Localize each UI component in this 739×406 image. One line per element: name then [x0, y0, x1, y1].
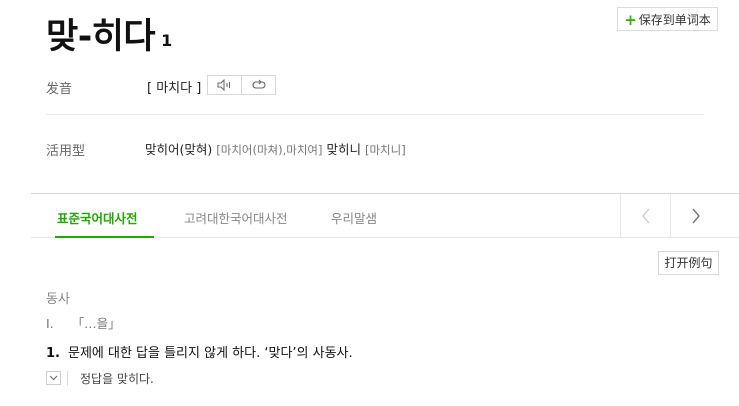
tab-urimalsaem[interactable]: 우리말샘	[331, 208, 377, 227]
headword-text: 맞-히다	[46, 17, 156, 57]
entry-headword: 맞-히다 1	[46, 14, 172, 60]
sense-pattern: 「…을」	[71, 316, 121, 331]
play-audio-button[interactable]	[208, 76, 241, 94]
pronunciation-controls	[207, 75, 276, 95]
conj-word-2: 맞히니	[326, 142, 361, 157]
speaker-icon	[217, 79, 230, 91]
pronunciation-label: 发音	[46, 82, 73, 97]
save-label: 保存到单词本	[638, 13, 711, 27]
chevron-right-icon	[691, 208, 700, 223]
definition-number: 1.	[46, 346, 60, 361]
sense-group: I. 「…을」	[46, 313, 121, 332]
tab-korea-univ-dictionary[interactable]: 고려대한국어대사전	[184, 208, 288, 227]
example-divider	[67, 371, 68, 386]
homograph-number: 1	[161, 31, 172, 50]
open-examples-button[interactable]: 打开例句	[658, 251, 719, 275]
conjugation-label: 活用型	[46, 144, 86, 159]
conjugation-forms: 맞히어(맞혀) [마치어(마쳐),마치여] 맞히니 [마치니]	[145, 139, 406, 158]
conj-word-1: 맞히어(맞혀)	[145, 142, 213, 157]
active-tab-indicator	[55, 236, 154, 238]
example-sentence: 정답을 맞히다.	[80, 372, 154, 386]
save-to-wordbook-button[interactable]: + 保存到单词本	[617, 7, 718, 31]
repeat-audio-button[interactable]	[241, 76, 275, 94]
tab-standard-dictionary[interactable]: 표준국어대사전	[57, 208, 138, 227]
repeat-icon	[252, 79, 265, 89]
definition-text: 문제에 대한 답을 틀리지 않게 하다. ‘맞다’의 사동사.	[67, 346, 353, 361]
example-toggle-button[interactable]	[46, 371, 61, 385]
chevron-left-icon	[641, 208, 650, 223]
plus-icon: +	[624, 11, 637, 29]
section-divider	[46, 114, 704, 115]
definition-line: 1. 문제에 대한 답을 틀리지 않게 하다. ‘맞다’의 사동사.	[46, 342, 353, 361]
conj-pron-1: [마치어(마쳐),마치여]	[216, 143, 323, 157]
dictionary-tabs: 표준국어대사전 고려대한국어대사전 우리말샘	[31, 193, 739, 238]
pronunciation-text: [ 마치다 ]	[147, 81, 202, 96]
prev-dictionary-button[interactable]	[620, 194, 670, 237]
sense-marker: I.	[46, 316, 54, 331]
conj-pron-2: [마치니]	[364, 143, 406, 157]
chevron-down-icon	[49, 375, 58, 381]
part-of-speech: 동사	[46, 292, 70, 307]
next-dictionary-button[interactable]	[670, 194, 720, 237]
